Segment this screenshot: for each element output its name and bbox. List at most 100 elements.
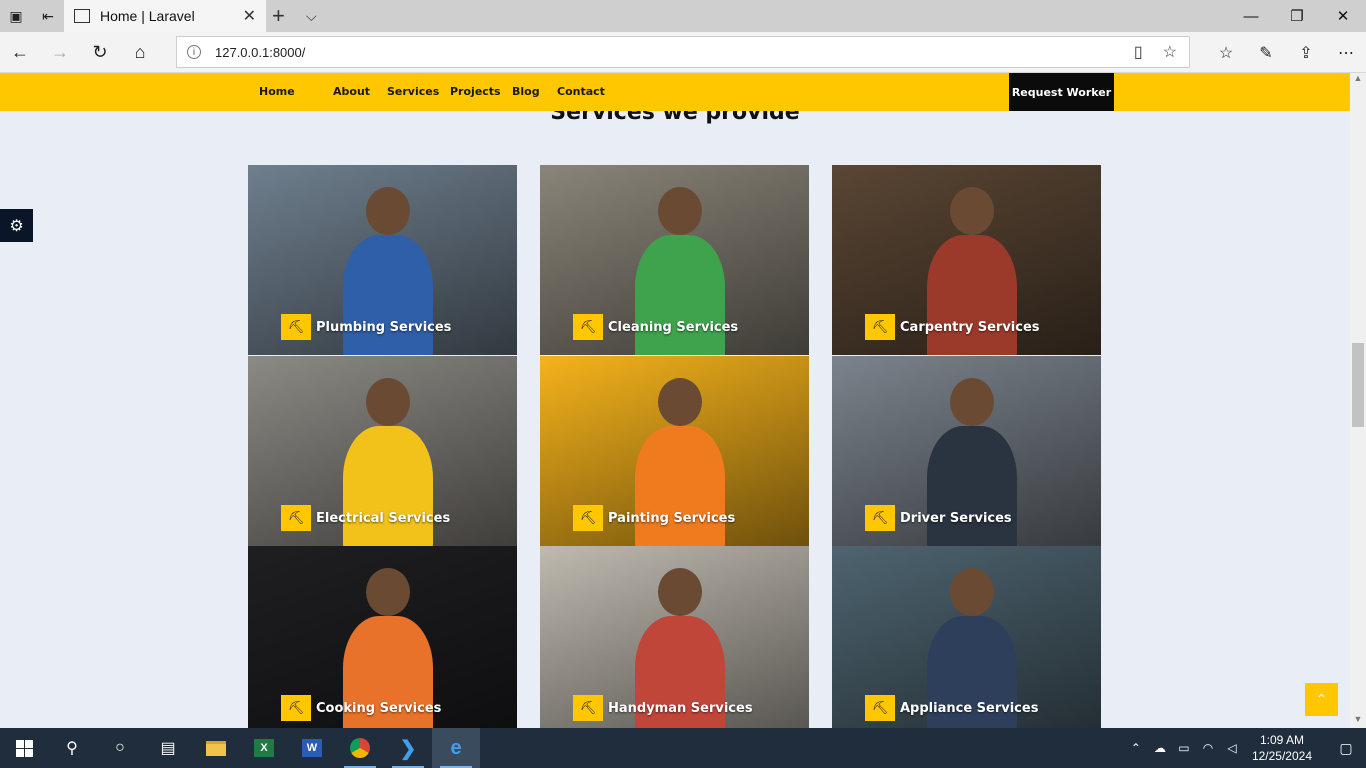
restore-button[interactable]: ❐ [1274,0,1320,32]
back-button[interactable]: ← [0,32,40,73]
service-card[interactable]: ⛏ Painting Services [540,356,809,546]
service-card[interactable]: ⛏ Carpentry Services [832,165,1101,355]
clock[interactable]: 1:09 AM 12/25/2024 [1252,732,1312,764]
tools-icon: ⛏ [573,695,603,721]
service-card[interactable]: ⛏ Driver Services [832,356,1101,546]
service-caption: ⛏ Cooking Services [281,695,441,721]
worker-head [658,187,702,235]
settings-gear-icon[interactable]: ⚙ [0,209,33,242]
notifications-icon[interactable]: ▢ [1326,740,1366,757]
service-caption: ⛏ Handyman Services [573,695,753,721]
refresh-button[interactable]: ↻ [80,32,120,73]
search-icon[interactable]: ⚲ [48,728,96,768]
service-card[interactable]: ⛏ Cooking Services [248,546,517,728]
task-view-icon[interactable]: ▤ [144,728,192,768]
service-card[interactable]: ⛏ Handyman Services [540,546,809,728]
system-tray: ⌃ ☁ ▭ ◠ ◁ 1:09 AM 12/25/2024 ▢ [1124,728,1366,768]
service-label: Cooking Services [316,700,442,716]
address-toolbar: ← → ↻ ⌂ i 127.0.0.1:8000/ ▯ ☆ ☆ ✎ ⇪ ⋯ [0,32,1366,73]
service-caption: ⛏ Electrical Services [281,505,450,531]
close-window-button[interactable]: ✕ [1320,0,1366,32]
word-icon[interactable]: W [288,728,336,768]
service-label: Driver Services [900,510,1012,526]
worker-head [366,378,410,426]
start-button[interactable] [0,728,48,768]
site-navbar: Home About Services Projects Blog Contac… [0,73,1350,111]
site-info-icon[interactable]: i [187,45,201,59]
favorites-hub-icon[interactable]: ☆ [1206,32,1246,73]
nav-link-services[interactable]: Services [387,85,439,98]
web-note-pen-icon[interactable]: ✎ [1246,32,1286,73]
nav-link-contact[interactable]: Contact [557,85,605,98]
chrome-icon[interactable] [336,728,384,768]
service-caption: ⛏ Plumbing Services [281,314,451,340]
file-explorer-icon[interactable] [192,728,240,768]
service-caption: ⛏ Cleaning Services [573,314,738,340]
nav-link-about[interactable]: About [333,85,370,98]
more-menu-icon[interactable]: ⋯ [1326,32,1366,73]
tools-icon: ⛏ [865,314,895,340]
battery-icon[interactable]: ▭ [1172,741,1196,755]
service-caption: ⛏ Appliance Services [865,695,1038,721]
minimize-button[interactable]: — [1228,0,1274,32]
page-viewport: Services we provide Home About Services … [0,73,1350,728]
forward-button[interactable]: → [40,32,80,73]
tools-icon: ⛏ [573,505,603,531]
tab-close-icon[interactable]: ✕ [243,6,256,26]
windows-taskbar: ⚲ ○ ▤ X W ❯ e ⌃ ☁ ▭ ◠ ◁ 1:09 AM 12/25/20… [0,728,1366,768]
vscode-icon[interactable]: ❯ [384,728,432,768]
onedrive-icon[interactable]: ☁ [1148,741,1172,755]
service-label: Handyman Services [608,700,753,716]
tab-actions-icon[interactable]: ▣ [0,0,32,32]
service-label: Electrical Services [316,510,451,526]
service-label: Cleaning Services [608,319,739,335]
scroll-up-arrow-icon[interactable]: ▲ [1350,73,1366,87]
excel-icon[interactable]: X [240,728,288,768]
wifi-icon[interactable]: ◠ [1196,741,1220,755]
favorite-star-icon[interactable]: ☆ [1163,42,1177,62]
nav-link-projects[interactable]: Projects [450,85,501,98]
worker-head [658,378,702,426]
service-caption: ⛏ Painting Services [573,505,735,531]
worker-head [658,568,702,616]
nav-link-home[interactable]: Home [259,85,295,98]
worker-head [366,568,410,616]
tools-icon: ⛏ [281,314,311,340]
worker-head [366,187,410,235]
service-card[interactable]: ⛏ Electrical Services [248,356,517,546]
new-tab-button[interactable]: + [272,0,285,32]
worker-head [950,378,994,426]
volume-icon[interactable]: ◁ [1220,741,1244,755]
tools-icon: ⛏ [865,505,895,531]
service-card[interactable]: ⛏ Cleaning Services [540,165,809,355]
tab-preview-chevron-icon[interactable]: ⌵ [306,0,317,32]
request-worker-button[interactable]: Request Worker [1009,73,1114,111]
nav-link-blog[interactable]: Blog [512,85,540,98]
scroll-to-top-button[interactable]: ⌃ [1305,683,1338,716]
reading-view-icon[interactable]: ▯ [1134,42,1143,62]
service-card[interactable]: ⛏ Appliance Services [832,546,1101,728]
scrollbar-thumb[interactable] [1352,343,1364,427]
service-label: Painting Services [608,510,736,526]
cortana-icon[interactable]: ○ [96,728,144,768]
tools-icon: ⛏ [573,314,603,340]
service-caption: ⛏ Carpentry Services [865,314,1040,340]
share-icon[interactable]: ⇪ [1286,32,1326,73]
worker-head [950,568,994,616]
browser-tab[interactable]: Home | Laravel ✕ [64,0,266,32]
page-scrollbar[interactable]: ▲ ▼ [1350,73,1366,728]
show-hidden-icons-chevron-icon[interactable]: ⌃ [1124,741,1148,755]
home-button[interactable]: ⌂ [120,32,160,73]
set-aside-tabs-icon[interactable]: ⇤ [32,0,64,32]
service-label: Plumbing Services [316,319,452,335]
url-text: 127.0.0.1:8000/ [215,44,306,60]
scroll-down-arrow-icon[interactable]: ▼ [1350,714,1366,728]
clock-time: 1:09 AM [1259,733,1304,747]
tab-title: Home | Laravel [100,8,195,24]
service-card[interactable]: ⛏ Plumbing Services [248,165,517,355]
service-label: Appliance Services [900,700,1039,716]
url-field[interactable]: i 127.0.0.1:8000/ ▯ ☆ [176,36,1190,68]
window-controls: — ❐ ✕ [1228,0,1366,32]
service-caption: ⛏ Driver Services [865,505,1012,531]
edge-icon[interactable]: e [432,728,480,768]
